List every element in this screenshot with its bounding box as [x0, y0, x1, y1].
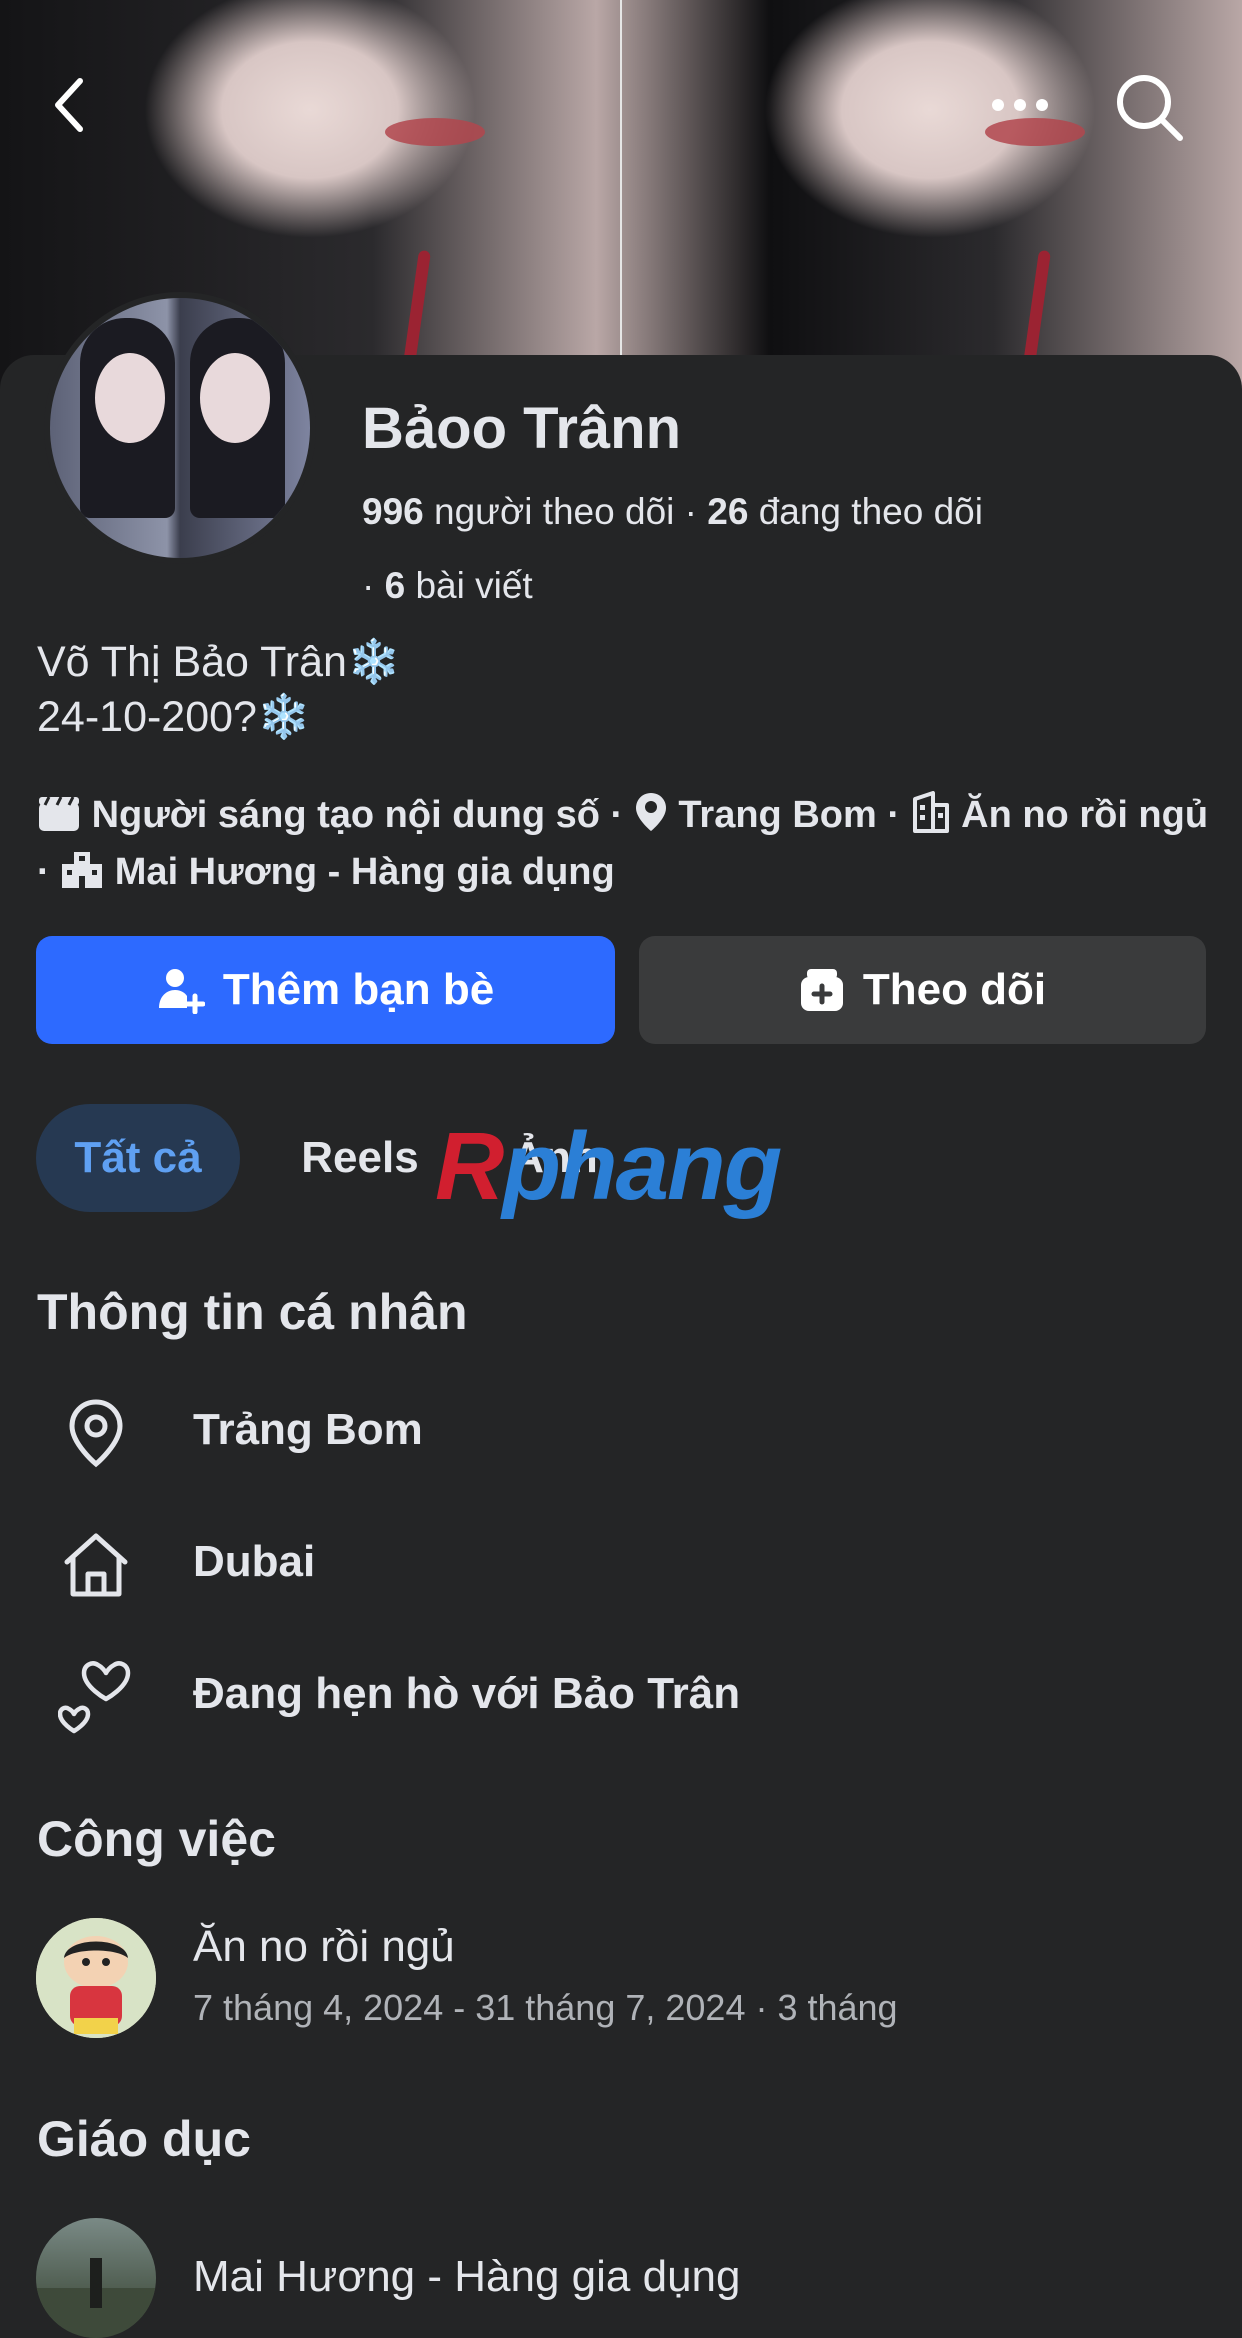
- home-icon: [56, 1525, 136, 1605]
- work-company[interactable]: Ăn no rồi ngủ: [193, 1922, 455, 1972]
- workplace-text[interactable]: Ăn no rồi ngủ: [961, 794, 1208, 836]
- about-item-text: Đang hẹn hò với Bảo Trân: [193, 1669, 741, 1718]
- chevron-left-icon: [55, 78, 83, 132]
- cover-detail: [385, 118, 485, 146]
- section-title-education: Giáo dục: [37, 2111, 251, 2167]
- followers-stat[interactable]: 996 người theo dõi: [362, 491, 674, 532]
- following-stat[interactable]: 26 đang theo dõi: [707, 491, 983, 532]
- location-pin-icon: [635, 793, 666, 831]
- posts-stat[interactable]: 6 bài viết: [385, 565, 533, 606]
- profile-name: Bảoo Trânn: [362, 396, 682, 461]
- add-friend-icon: [158, 969, 205, 1014]
- add-friend-label: Thêm bạn bè: [222, 965, 495, 1014]
- avatar-image: [50, 298, 310, 558]
- tab-all[interactable]: Tất cả: [36, 1104, 240, 1212]
- bio: Võ Thị Bảo Trân❄️ 24-10-200?❄️: [37, 635, 400, 745]
- search-button[interactable]: [1112, 70, 1188, 146]
- profile-details: Người sáng tạo nội dung số · Trang Bom ·…: [37, 787, 1217, 901]
- location-pin-icon: [56, 1393, 136, 1473]
- about-item-text: Dubai: [193, 1537, 316, 1586]
- follow-icon: [800, 969, 843, 1011]
- watermark-logo: Rphang: [435, 1113, 782, 1220]
- about-item[interactable]: Trảng Bom: [0, 1383, 1242, 1483]
- location-text[interactable]: Trang Bom: [678, 794, 876, 836]
- building-icon: [912, 791, 949, 833]
- follow-button[interactable]: Theo dõi: [639, 936, 1206, 1044]
- about-item[interactable]: Dubai: [0, 1515, 1242, 1615]
- more-options-button[interactable]: [985, 80, 1055, 130]
- category-text: Người sáng tạo nội dung số: [91, 794, 600, 836]
- cartoon-avatar-icon: [36, 1918, 156, 2038]
- work-period: 7 tháng 4, 2024 - 31 tháng 7, 2024 · 3 t…: [193, 1987, 898, 2028]
- about-item[interactable]: Đang hẹn hò với Bảo Trân: [0, 1647, 1242, 1747]
- education-school[interactable]: Mai Hương - Hàng gia dụng: [193, 2252, 741, 2302]
- school-text[interactable]: Mai Hương - Hàng gia dụng: [115, 851, 615, 893]
- section-title-work: Công việc: [37, 1811, 276, 1867]
- school-avatar[interactable]: [36, 2218, 156, 2338]
- bio-line: 24-10-200?❄️: [37, 693, 311, 741]
- add-friend-button[interactable]: Thêm bạn bè: [36, 936, 615, 1044]
- more-dots-icon: [992, 99, 1048, 111]
- search-icon: [1117, 75, 1183, 141]
- back-button[interactable]: [40, 70, 100, 140]
- hearts-icon: [56, 1657, 136, 1737]
- cover-divider: [620, 0, 622, 400]
- clapperboard-icon: [39, 796, 79, 831]
- tab-reels[interactable]: Reels: [280, 1104, 440, 1212]
- avatar[interactable]: [44, 292, 316, 564]
- workplace-avatar[interactable]: [36, 1918, 156, 2038]
- section-title-about: Thông tin cá nhân: [37, 1284, 468, 1340]
- school-icon: [62, 852, 103, 888]
- bio-line: Võ Thị Bảo Trân❄️: [37, 638, 401, 686]
- profile-stats: 996 người theo dõi · 26 đang theo dõi · …: [362, 491, 983, 606]
- follow-label: Theo dõi: [862, 965, 1047, 1014]
- about-item-text: Trảng Bom: [193, 1405, 423, 1454]
- school-photo: [36, 2258, 156, 2338]
